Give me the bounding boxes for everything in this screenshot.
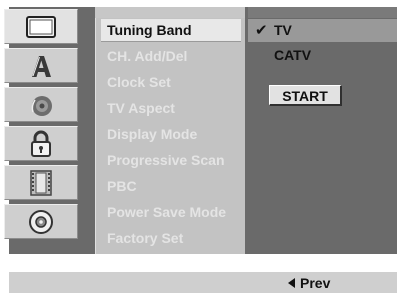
menu-item-display-mode[interactable]: Display Mode — [101, 123, 241, 146]
checkmark-icon: ✔ — [255, 22, 268, 39]
language-a-icon — [28, 53, 54, 79]
film-strip-icon — [29, 169, 53, 196]
disc-icon — [28, 209, 54, 235]
menu-item-progressive-scan[interactable]: Progressive Scan — [101, 149, 241, 172]
option-tv[interactable]: ✔ TV — [248, 19, 397, 42]
menu-item-clock-set[interactable]: Clock Set — [101, 71, 241, 94]
tv-screen-icon — [26, 15, 56, 38]
menu-header-strip — [95, 7, 245, 18]
navigation-bar — [9, 272, 397, 293]
category-language[interactable] — [4, 48, 78, 83]
option-catv[interactable]: CATV — [248, 44, 397, 67]
menu-item-tv-aspect[interactable]: TV Aspect — [101, 97, 241, 120]
category-audio[interactable] — [4, 87, 78, 122]
option-header-strip — [248, 7, 397, 18]
option-label: TV — [274, 22, 292, 38]
menu-item-tuning-band[interactable]: Tuning Band — [101, 19, 241, 42]
category-lock[interactable] — [4, 126, 78, 161]
menu-item-power-save-mode[interactable]: Power Save Mode — [101, 201, 241, 224]
option-label: CATV — [274, 47, 312, 63]
category-film[interactable] — [4, 165, 78, 200]
prev-button[interactable]: Prev — [288, 275, 330, 291]
menu-item-factory-set[interactable]: Factory Set — [101, 227, 241, 250]
category-tv-setup[interactable] — [4, 9, 78, 44]
left-arrow-icon — [288, 278, 295, 288]
start-button[interactable]: START — [269, 85, 342, 106]
category-disc[interactable] — [4, 204, 78, 239]
prev-label: Prev — [300, 275, 331, 291]
speaker-icon — [28, 92, 54, 118]
menu-item-ch-add-del[interactable]: CH. Add/Del — [101, 45, 241, 68]
padlock-icon — [29, 130, 53, 158]
menu-item-pbc[interactable]: PBC — [101, 175, 241, 198]
